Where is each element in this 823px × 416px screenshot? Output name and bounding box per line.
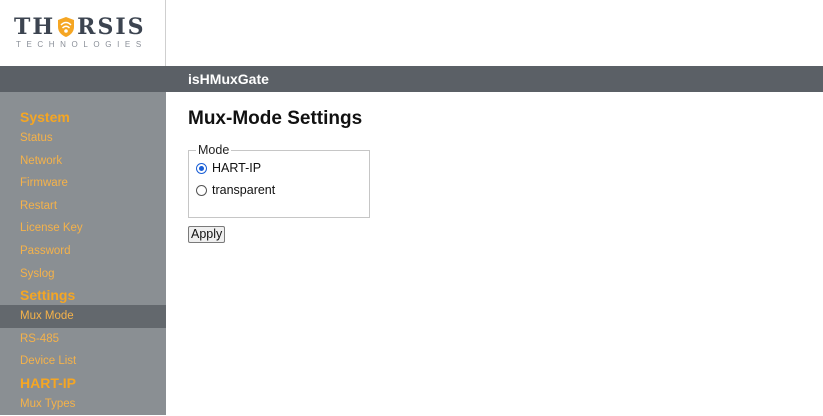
main-content: Mux-Mode Settings Mode HART-IP transpare…	[188, 107, 370, 243]
mode-option-label: transparent	[212, 183, 276, 197]
mode-option-transparent[interactable]: transparent	[196, 179, 369, 201]
nav-section-system: System	[20, 109, 70, 125]
nav-item-rs-485[interactable]: RS-485	[0, 328, 166, 351]
nav-item-syslog[interactable]: Syslog	[0, 263, 166, 286]
nav-item-restart[interactable]: Restart	[0, 195, 166, 218]
nav-section-hart-ip: HART-IP	[20, 374, 76, 391]
header-bar-left	[0, 66, 166, 92]
shield-o-icon	[58, 17, 75, 37]
mode-legend: Mode	[198, 143, 230, 157]
nav-item-network[interactable]: Network	[0, 150, 166, 173]
sidebar-nav: System Status Network Firmware Restart L…	[0, 107, 166, 416]
mode-option-hart-ip[interactable]: HART-IP	[196, 157, 369, 179]
nav-item-mux-mode[interactable]: Mux Mode	[0, 305, 166, 328]
nav-item-password[interactable]: Password	[0, 240, 166, 263]
logo: TH RSIS TECHNOLOGIES	[0, 0, 166, 66]
apply-button[interactable]: Apply	[188, 226, 226, 243]
page-title: Mux-Mode Settings	[188, 108, 363, 129]
mode-option-label: HART-IP	[212, 161, 262, 175]
header-bar: isHMuxGate	[166, 66, 823, 92]
nav-item-mux-types[interactable]: Mux Types	[0, 393, 166, 416]
logo-title-part-2: RSIS	[77, 14, 146, 40]
device-title: isHMuxGate	[188, 71, 269, 87]
logo-title-part-1: TH	[14, 14, 56, 40]
nav-section-settings: Settings	[20, 287, 76, 304]
mode-fieldset: Mode HART-IP transparent	[188, 143, 370, 218]
logo-subtitle: TECHNOLOGIES	[16, 40, 147, 49]
logo-title: TH RSIS	[14, 14, 146, 40]
radio-checked-icon[interactable]	[196, 162, 207, 174]
nav-item-firmware[interactable]: Firmware	[0, 172, 166, 195]
radio-unchecked-icon[interactable]	[196, 184, 207, 196]
nav-item-status[interactable]: Status	[0, 127, 166, 150]
nav-item-device-list[interactable]: Device List	[0, 350, 166, 373]
nav-item-license-key[interactable]: License Key	[0, 217, 166, 240]
